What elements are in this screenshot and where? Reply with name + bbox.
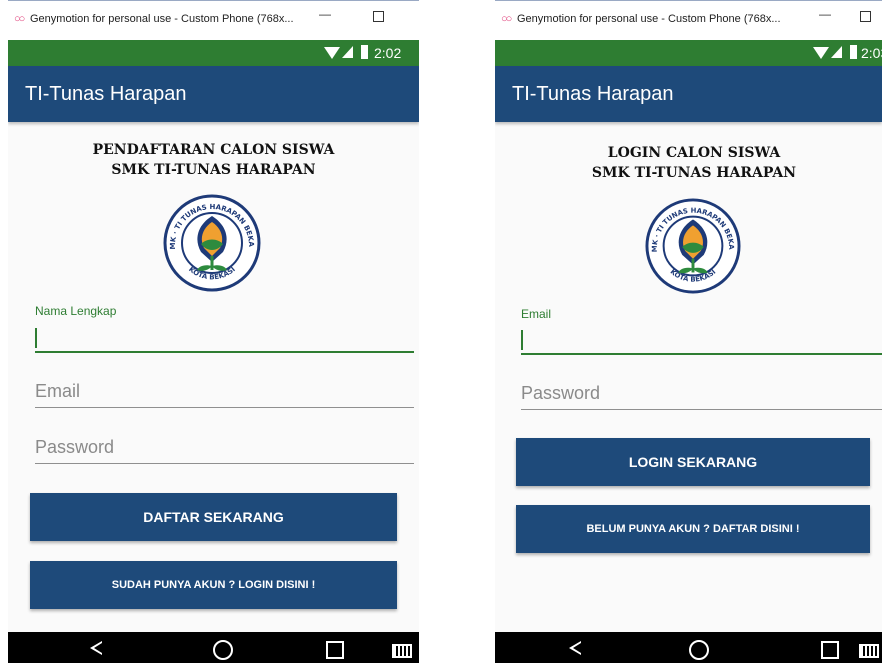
password-field-placeholder[interactable]: Password: [521, 383, 600, 404]
password-field[interactable]: [35, 463, 414, 464]
keyboard-icon[interactable]: [859, 644, 879, 658]
genymotion-logo-icon: ○○: [14, 13, 25, 25]
recent-apps-icon[interactable]: [821, 641, 839, 659]
battery-icon: [361, 45, 368, 59]
app-bar: TI-Tunas Harapan: [8, 66, 419, 122]
heading-line-1: LOGIN CALON SISWA: [607, 145, 781, 161]
signal-icon: [342, 46, 353, 58]
password-field[interactable]: [521, 409, 882, 410]
text-cursor: [521, 330, 523, 350]
genymotion-logo-icon: ○○: [501, 13, 512, 25]
back-icon-inner: [94, 643, 102, 653]
register-screen: ○○ Genymotion for personal use - Custom …: [8, 0, 419, 663]
recent-apps-icon[interactable]: [326, 641, 344, 659]
go-to-login-button[interactable]: SUDAH PUNYA AKUN ? LOGIN DISINI !: [30, 561, 397, 609]
go-to-register-button[interactable]: BELUM PUNYA AKUN ? DAFTAR DISINI !: [516, 505, 870, 553]
school-logo-icon: SMK · TI TUNAS HARAPAN BEKASI KOTA BEKAS…: [645, 198, 741, 294]
heading-line-1: PENDAFTARAN CALON SISWA: [92, 142, 335, 158]
back-icon-inner: [573, 643, 581, 653]
app-title: TI-Tunas Harapan: [25, 83, 187, 105]
name-field[interactable]: [35, 351, 414, 353]
window-title: Genymotion for personal use - Custom Pho…: [517, 13, 781, 25]
minimize-button[interactable]: —: [819, 7, 833, 23]
status-bar: 2:02: [8, 40, 419, 66]
navigation-bar: [495, 632, 882, 663]
emulator-title-bar: ○○ Genymotion for personal use - Custom …: [8, 0, 419, 40]
login-button[interactable]: LOGIN SEKARANG: [516, 438, 870, 486]
school-logo-icon: SMK · TI TUNAS HARAPAN BEKASI KOTA BEKAS…: [163, 194, 261, 292]
wifi-icon: [324, 47, 340, 59]
minimize-button[interactable]: —: [319, 7, 333, 23]
heading-line-2: SMK TI-TUNAS HARAPAN: [111, 162, 316, 178]
wifi-icon: [813, 47, 829, 59]
login-screen: ○○ Genymotion for personal use - Custom …: [495, 0, 882, 663]
email-field[interactable]: [35, 407, 414, 408]
email-field-label: Email: [521, 307, 552, 321]
name-field-label: Nama Lengkap: [35, 304, 117, 318]
app-title: TI-Tunas Harapan: [512, 83, 674, 105]
page-heading: LOGIN CALON SISWA SMK TI-TUNAS HARAPAN: [495, 143, 882, 183]
heading-line-2: SMK TI-TUNAS HARAPAN: [591, 165, 797, 181]
app-bar: TI-Tunas Harapan: [495, 66, 882, 122]
email-field[interactable]: [521, 353, 882, 355]
status-time: 2:02: [374, 45, 402, 61]
emulator-title-bar: ○○ Genymotion for personal use - Custom …: [495, 0, 882, 40]
navigation-bar: [8, 632, 419, 663]
status-bar: 2:03: [495, 40, 882, 66]
maximize-button[interactable]: [860, 11, 871, 22]
password-field-placeholder[interactable]: Password: [35, 437, 114, 458]
window-title: Genymotion for personal use - Custom Pho…: [30, 13, 294, 25]
register-button[interactable]: DAFTAR SEKARANG: [30, 493, 397, 541]
battery-icon: [850, 45, 857, 59]
home-icon[interactable]: [689, 640, 709, 660]
page-heading: PENDAFTARAN CALON SISWA SMK TI-TUNAS HAR…: [8, 140, 419, 180]
maximize-button[interactable]: [373, 11, 384, 22]
signal-icon: [831, 46, 842, 58]
home-icon[interactable]: [213, 640, 233, 660]
status-time: 2:03: [861, 45, 882, 61]
email-field-placeholder[interactable]: Email: [35, 381, 80, 402]
text-cursor: [35, 328, 37, 348]
keyboard-icon[interactable]: [392, 644, 412, 658]
